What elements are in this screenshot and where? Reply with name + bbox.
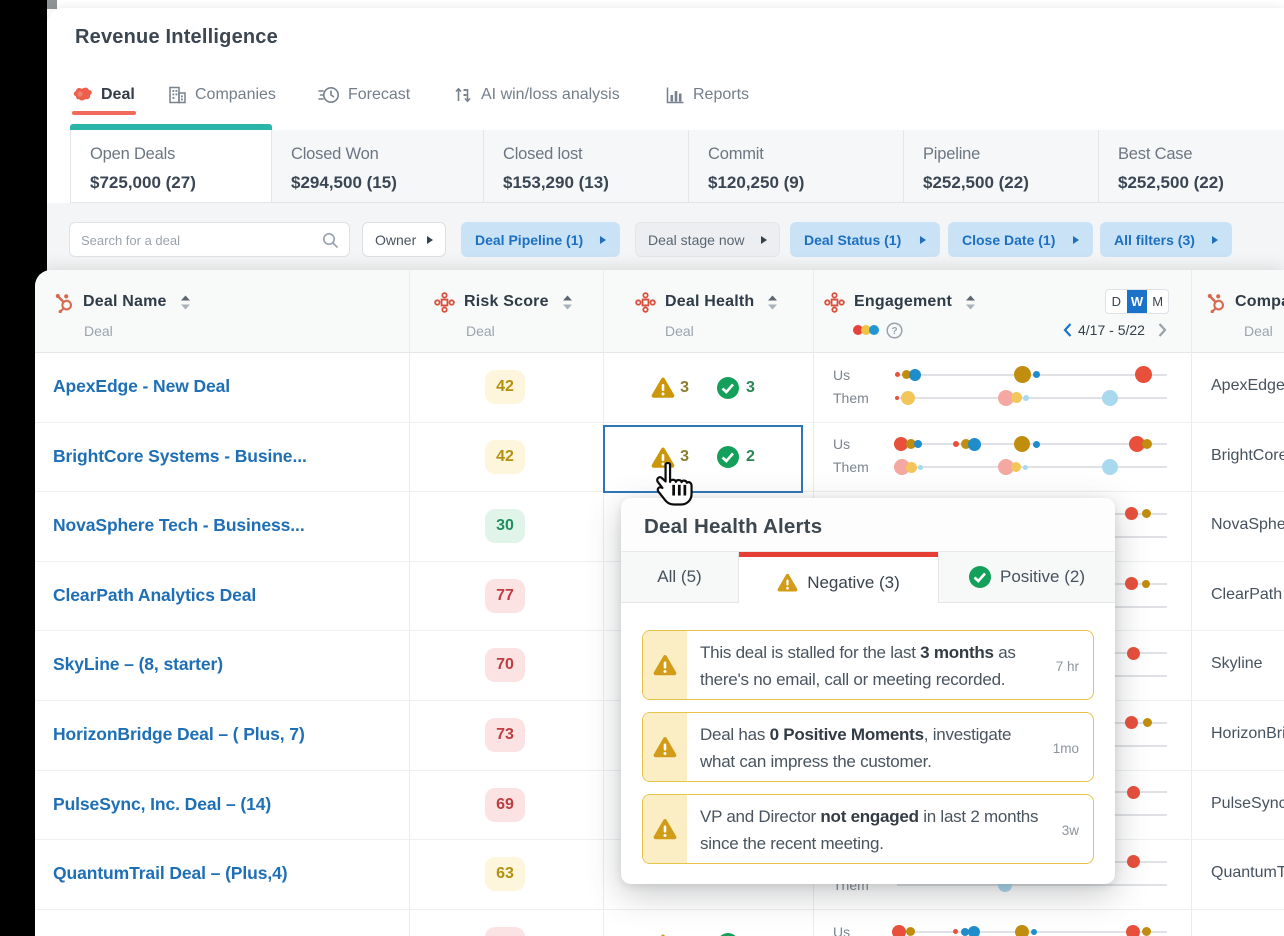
svg-text:?: ?: [891, 326, 897, 337]
